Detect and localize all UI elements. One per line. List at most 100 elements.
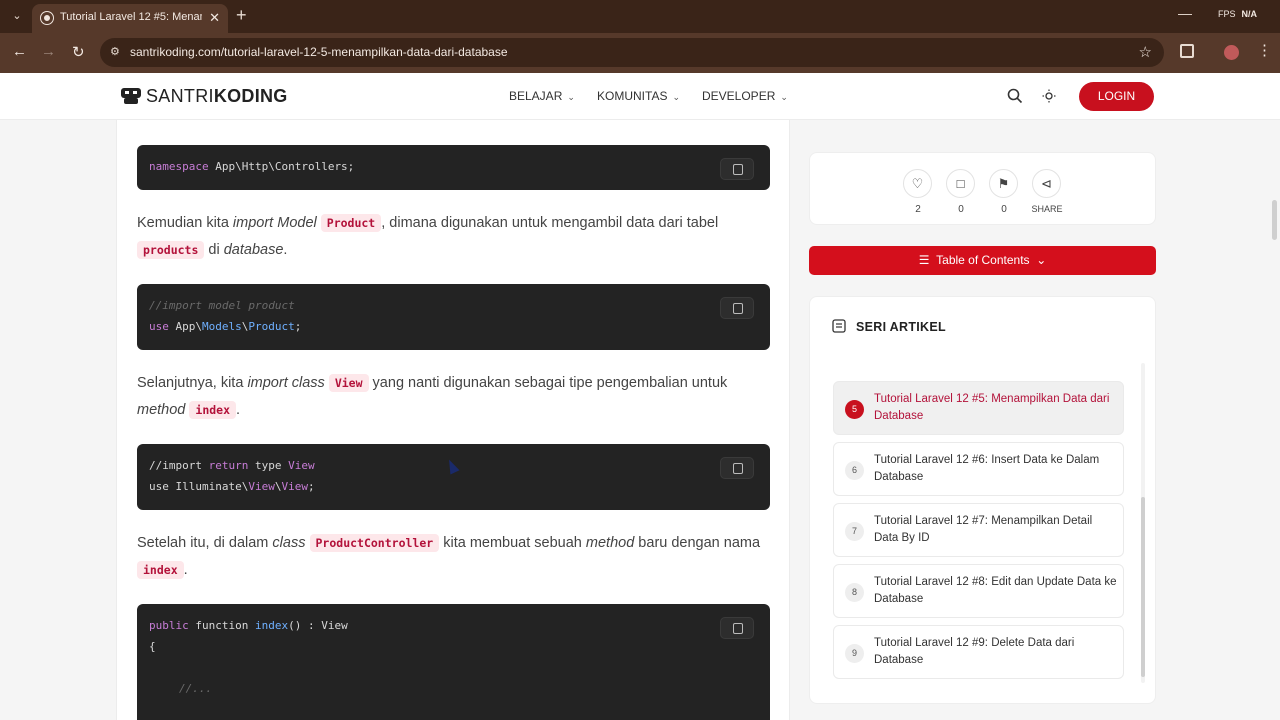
para-text: Selanjutnya, kita [137, 375, 248, 391]
para-text: Setelah itu, di dalam [137, 535, 273, 551]
reload-icon[interactable]: ↻ [72, 43, 85, 61]
series-item-title[interactable]: Tutorial Laravel 12 #7: Menampilkan Deta… [874, 513, 1119, 546]
series-item-title[interactable]: Tutorial Laravel 12 #9: Delete Data dari… [874, 635, 1119, 668]
series-item-title[interactable]: Tutorial Laravel 12 #6: Insert Data ke D… [874, 452, 1119, 485]
para-text: . [283, 242, 288, 258]
logo-light: SANTRI [146, 86, 214, 106]
logo-icon[interactable] [120, 86, 142, 106]
nav-belajar[interactable]: BELAJAR ⌄ [509, 89, 575, 103]
series-list: 5 Tutorial Laravel 12 #5: Menampilkan Da… [832, 355, 1136, 685]
comment-stat[interactable]: □ 0 [946, 169, 976, 215]
profile-avatar[interactable] [1224, 45, 1239, 60]
code-text: function [188, 619, 255, 632]
share-label: SHARE [1031, 204, 1063, 214]
copy-code-button[interactable] [720, 297, 754, 319]
series-number: 5 [845, 400, 864, 419]
nav-komunitas[interactable]: KOMUNITAS ⌄ [597, 89, 680, 103]
logo-bold: KODING [213, 86, 288, 106]
login-button[interactable]: LOGIN [1079, 82, 1154, 111]
series-item[interactable]: 5 Tutorial Laravel 12 #5: Menampilkan Da… [833, 381, 1124, 435]
inline-code: index [189, 401, 237, 419]
code-keyword: return [208, 459, 249, 472]
code-comment: //... [179, 682, 213, 695]
inline-code: index [137, 561, 184, 579]
series-number: 8 [845, 583, 864, 602]
page-scrollbar-thumb[interactable] [1272, 200, 1277, 240]
search-icon[interactable] [1007, 88, 1023, 104]
article-list-icon [832, 319, 846, 333]
nav-label: KOMUNITAS [597, 89, 668, 103]
site-info-icon[interactable]: ⚙ [110, 45, 120, 58]
tab-favicon-icon [41, 12, 53, 24]
para-text: . [183, 562, 188, 578]
reaction-icon[interactable]: ♡ [903, 169, 932, 198]
series-item-title[interactable]: Tutorial Laravel 12 #5: Menampilkan Data… [874, 391, 1119, 424]
chevron-down-icon: ⌄ [1036, 253, 1047, 267]
bookmark-icon[interactable]: ⚑ [989, 169, 1018, 198]
browser-menu-icon[interactable]: ⋮ [1257, 41, 1272, 59]
nav-developer[interactable]: DEVELOPER ⌄ [702, 89, 788, 103]
code-text: type [248, 459, 289, 472]
code-line: { [149, 640, 156, 653]
inline-code: ProductController [309, 534, 440, 552]
copy-code-button[interactable] [720, 158, 754, 180]
series-number: 7 [845, 522, 864, 541]
comment-count: 0 [958, 204, 964, 215]
tab-search-chevron-icon[interactable]: ⌄ [8, 7, 26, 25]
paragraph-method-index: Setelah itu, di dalam class ProductContr… [137, 530, 770, 584]
forward-icon[interactable]: → [41, 43, 56, 60]
article-stats-card: ♡ 2 □ 0 ⚑ 0 ⊲ SHARE [809, 152, 1156, 225]
back-icon[interactable]: ← [12, 43, 27, 60]
bookmark-stat[interactable]: ⚑ 0 [989, 169, 1019, 215]
code-text: use Illuminate\ [149, 480, 249, 493]
paragraph-import-view: Selanjutnya, kita import class View yang… [137, 370, 770, 424]
code-text: ; [307, 480, 315, 493]
theme-toggle-icon[interactable] [1041, 88, 1057, 104]
para-text: di [204, 242, 224, 258]
series-item[interactable]: 9 Tutorial Laravel 12 #9: Delete Data da… [833, 625, 1124, 679]
para-italic: method [585, 535, 635, 551]
copy-code-button[interactable] [720, 457, 754, 479]
share-icon[interactable]: ⊲ [1032, 169, 1061, 198]
bookmark-star-icon[interactable]: ☆ [1139, 43, 1152, 61]
extensions-icon[interactable] [1180, 44, 1194, 58]
series-scrollbar-thumb[interactable] [1141, 497, 1145, 677]
table-of-contents-button[interactable]: ☰ Table of Contents ⌄ [809, 246, 1156, 275]
address-bar[interactable]: ⚙ santrikoding.com/tutorial-laravel-12-5… [100, 38, 1164, 67]
inline-code: View [328, 374, 369, 392]
code-text: App\ [168, 320, 202, 333]
browser-tab-bar: ⌄ Tutorial Laravel 12 #5: Menampilkan Da… [0, 0, 1280, 33]
nav-label: DEVELOPER [702, 89, 776, 103]
browser-tab[interactable]: Tutorial Laravel 12 #5: Menampilkan Data… [32, 4, 228, 33]
code-block-index-method: public function index() : View { //... [137, 604, 770, 720]
url-text[interactable]: santrikoding.com/tutorial-laravel-12-5-m… [130, 45, 508, 59]
series-item[interactable]: 8 Tutorial Laravel 12 #8: Edit dan Updat… [833, 564, 1124, 618]
series-item[interactable]: 6 Tutorial Laravel 12 #6: Insert Data ke… [833, 442, 1124, 496]
comment-icon[interactable]: □ [946, 169, 975, 198]
article-content: namespace App\Http\Controllers; Kemudian… [116, 120, 790, 720]
para-text: Kemudian kita [137, 215, 233, 231]
code-block-import-model: //import model product use App\Models\Pr… [137, 284, 770, 350]
code-keyword: use [149, 320, 169, 333]
code-text: App\Http\Controllers; [208, 160, 355, 173]
close-tab-icon[interactable]: ✕ [209, 10, 220, 26]
nav-label: BELAJAR [509, 89, 563, 103]
code-function: index [254, 619, 289, 632]
code-class: Models [202, 320, 242, 333]
minimize-icon[interactable]: — [1178, 5, 1192, 21]
para-italic: method [137, 402, 186, 418]
share-stat[interactable]: ⊲ SHARE [1025, 169, 1069, 214]
fps-value: N/A [1241, 9, 1258, 19]
copy-code-button[interactable] [720, 617, 754, 639]
para-italic: import Model [232, 215, 317, 231]
series-item-title[interactable]: Tutorial Laravel 12 #8: Edit dan Update … [874, 574, 1119, 607]
code-text: ; [294, 320, 302, 333]
code-class: View [248, 480, 275, 493]
site-logo[interactable]: SANTRIKODING [146, 86, 288, 107]
series-item[interactable]: 7 Tutorial Laravel 12 #7: Menampilkan De… [833, 503, 1124, 557]
new-tab-icon[interactable]: + [236, 5, 247, 26]
bookmark-count: 0 [1001, 204, 1007, 215]
reaction-stat[interactable]: ♡ 2 [903, 169, 933, 215]
code-keyword: namespace [149, 160, 209, 173]
tab-title: Tutorial Laravel 12 #5: Menampilkan Data… [60, 11, 202, 23]
